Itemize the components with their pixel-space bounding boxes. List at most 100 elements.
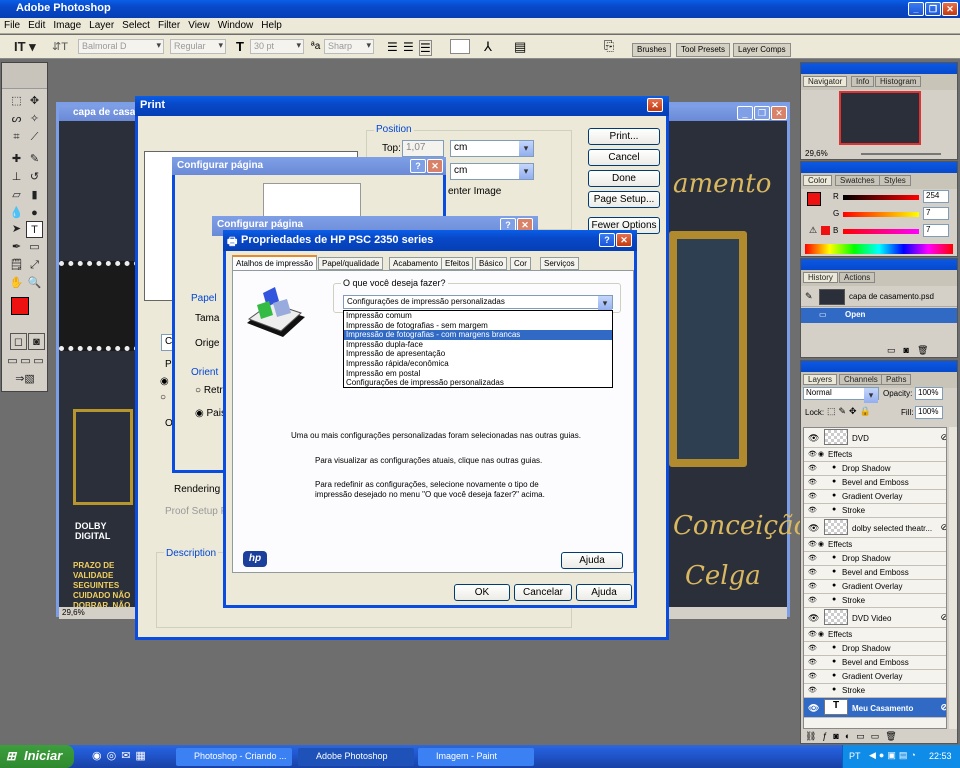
option-item[interactable]: Impressão em postal	[344, 369, 612, 379]
quick-launch-icons[interactable]: ◉◎✉▦	[92, 749, 151, 762]
visibility-eye-icon[interactable]: 👁	[808, 703, 819, 714]
layer-fx-icon[interactable]: ⊘	[940, 522, 946, 533]
menu-select[interactable]: Select	[118, 18, 154, 31]
effect-visibility-eye-icon[interactable]: 👁	[808, 478, 817, 486]
tab-history[interactable]: History	[803, 272, 838, 283]
warp-text-icon[interactable]: ⅄	[484, 39, 492, 55]
green-input[interactable]: 7	[923, 207, 949, 220]
history-state-open[interactable]: ▭ Open	[801, 308, 957, 323]
orientation-icon[interactable]: ⇵T	[52, 40, 68, 53]
radio-document[interactable]: ◉	[160, 376, 169, 387]
tab-channels[interactable]: Channels	[839, 374, 883, 385]
tab-effects[interactable]: Efeitos	[441, 257, 474, 270]
effect-visibility-eye-icon[interactable]: 👁	[808, 554, 817, 562]
tab-swatches[interactable]: Swatches	[835, 175, 880, 186]
font-family-select[interactable]: Balmoral D	[78, 39, 164, 54]
tab-layer-comps[interactable]: Layer Comps	[733, 43, 791, 57]
tab-paths[interactable]: Paths	[881, 374, 912, 385]
layer-effects-group[interactable]: ◉ 👁 Effects	[804, 538, 946, 552]
layers-footer-icons[interactable]: ⛓ƒ◙◐▭▭🗑	[805, 731, 903, 742]
effect-visibility-eye-icon[interactable]: 👁	[808, 644, 817, 652]
tray-icons[interactable]: ◀●▣▤◔	[869, 750, 919, 761]
language-indicator[interactable]: PT	[849, 751, 861, 761]
quickmask-mode-icon[interactable]: ◙	[28, 333, 45, 350]
color-ramp[interactable]	[805, 244, 953, 254]
menu-file[interactable]: File	[0, 18, 24, 31]
visibility-eye-icon[interactable]: 👁	[808, 433, 819, 444]
tab-histogram[interactable]: Histogram	[875, 76, 922, 87]
jump-to-imageready-icon[interactable]: ⇒▧	[10, 371, 40, 388]
font-style-select[interactable]: Regular	[170, 39, 226, 54]
top-input[interactable]: 1,07	[402, 140, 444, 157]
shape-tool-icon[interactable]: ▭	[26, 239, 43, 256]
layer-effect-row[interactable]: ● 👁 Stroke	[804, 594, 946, 608]
page-setup-button[interactable]: Page Setup...	[588, 191, 660, 208]
minimize-button[interactable]: _	[908, 2, 924, 16]
left-unit-select[interactable]: cm	[450, 163, 534, 180]
effect-visibility-eye-icon[interactable]: 👁	[808, 540, 817, 548]
pen-tool-icon[interactable]: ✒	[8, 239, 25, 256]
crop-tool-icon[interactable]: ⌗	[8, 129, 25, 146]
print-button[interactable]: Print...	[588, 128, 660, 145]
layer-effect-row[interactable]: ● 👁 Drop Shadow	[804, 552, 946, 566]
doc-minimize-button[interactable]: _	[737, 106, 753, 120]
brush-tool-icon[interactable]: ✎	[26, 151, 43, 168]
align-center-icon[interactable]: ☰	[403, 40, 414, 54]
effect-visibility-eye-icon[interactable]: 👁	[808, 658, 817, 666]
shortcut-help-button[interactable]: Ajuda	[561, 552, 623, 569]
effect-visibility-eye-icon[interactable]: 👁	[808, 596, 817, 604]
fill-input[interactable]: 100%	[915, 406, 943, 419]
notes-tool-icon[interactable]: 🗒	[8, 257, 25, 274]
ok-button[interactable]: OK	[454, 584, 510, 601]
done-button[interactable]: Done	[588, 170, 660, 187]
tab-paper-quality[interactable]: Papel/qualidade	[318, 257, 384, 270]
font-size-select[interactable]: 30 pt	[250, 39, 304, 54]
gamut-warning-icon[interactable]: ⚠	[809, 225, 817, 236]
option-item[interactable]: Impressão dupla-face	[344, 340, 612, 350]
option-item[interactable]: Impressão de fotografias - sem margem	[344, 321, 612, 331]
text-tool-icon[interactable]: IT ▾	[14, 39, 36, 55]
layer-row[interactable]: 👁 ⊘ DVD	[804, 428, 946, 448]
layer-row[interactable]: 👁 ⊘ dolby selected theatr...	[804, 518, 946, 538]
visibility-eye-icon[interactable]: 👁	[808, 523, 819, 534]
healing-brush-icon[interactable]: ✚	[8, 151, 25, 168]
dialog-help-button[interactable]: Ajuda	[576, 584, 632, 601]
blend-mode-select[interactable]: Normal	[803, 387, 879, 403]
tab-basic[interactable]: Básico	[475, 257, 508, 270]
red-slider[interactable]	[843, 195, 919, 200]
stamp-tool-icon[interactable]: ⊥	[8, 169, 25, 186]
gamut-swatch[interactable]	[821, 226, 830, 235]
tab-shortcuts[interactable]: Atalhos de impressão	[232, 255, 317, 270]
palettes-icon[interactable]: ▤	[514, 39, 526, 55]
layer-fx-icon[interactable]: ⊘	[940, 702, 946, 713]
blur-tool-icon[interactable]: 💧	[8, 205, 25, 222]
move-tool-icon[interactable]: ✥	[26, 93, 43, 110]
standard-mode-icon[interactable]: ◻	[10, 333, 27, 350]
page-setup-close-button[interactable]: ✕	[427, 159, 443, 173]
menu-help[interactable]: Help	[257, 18, 286, 31]
layer-effect-row[interactable]: ● 👁 Drop Shadow	[804, 462, 946, 476]
menu-image[interactable]: Image	[49, 18, 85, 31]
layer-effects-group[interactable]: ◉ 👁 Effects	[804, 628, 946, 642]
page-setup-help-button[interactable]: ?	[410, 159, 426, 173]
layer-effect-row[interactable]: ● 👁 Stroke	[804, 504, 946, 518]
doc-close-button[interactable]: ✕	[771, 106, 787, 120]
foreground-color-swatch[interactable]	[11, 297, 29, 315]
menu-window[interactable]: Window	[214, 18, 258, 31]
start-button[interactable]: ⊞ Iniciar	[0, 745, 74, 768]
layer-effect-row[interactable]: ● 👁 Bevel and Emboss	[804, 656, 946, 670]
marquee-tool-icon[interactable]: ⬚	[8, 93, 25, 110]
file-browser-icon[interactable]: ⎘	[604, 38, 614, 54]
color-foreground-swatch[interactable]	[807, 192, 821, 206]
screen-mode-3-icon[interactable]: ▭	[30, 353, 47, 370]
tab-navigator[interactable]: Navigator	[803, 76, 848, 87]
close-button[interactable]: ✕	[942, 2, 958, 16]
layer-fx-icon[interactable]: ⊘	[940, 612, 946, 623]
shortcut-select[interactable]: Configurações de impressão personalizada…	[343, 295, 613, 311]
tab-styles[interactable]: Styles	[879, 175, 911, 186]
effect-visibility-eye-icon[interactable]: 👁	[808, 450, 817, 458]
effect-visibility-eye-icon[interactable]: 👁	[808, 492, 817, 500]
option-item[interactable]: Impressão comum	[344, 311, 612, 321]
align-left-icon[interactable]: ☰	[387, 40, 398, 54]
slice-tool-icon[interactable]: ⟋	[26, 129, 43, 146]
